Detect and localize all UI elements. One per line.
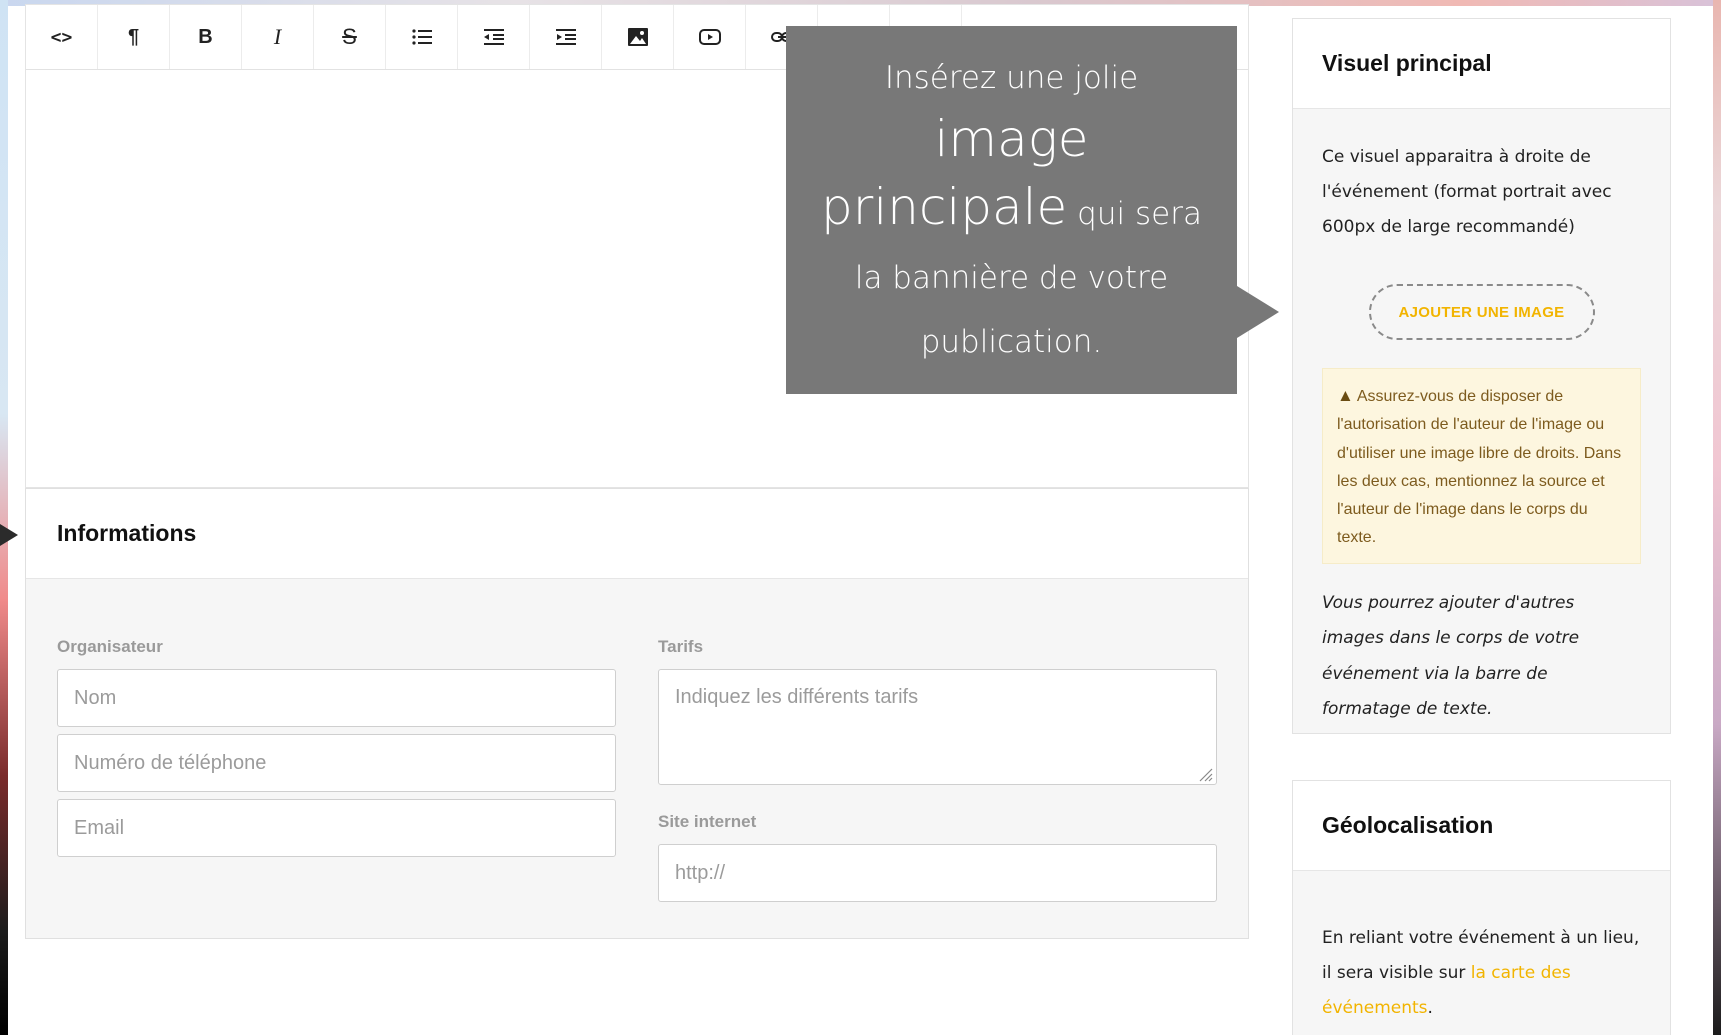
website-label: Site internet	[658, 812, 757, 831]
geolocation-text: En reliant votre événement à un lieu, il…	[1322, 921, 1642, 1026]
frame-edge-right	[1713, 0, 1721, 1035]
indent-button[interactable]	[530, 5, 602, 69]
onboarding-tooltip: Insérez une jolie image principale qui s…	[786, 26, 1237, 394]
organizer-name-input[interactable]	[57, 669, 616, 727]
bullet-list-icon	[411, 29, 432, 45]
tooltip-text-highlight: image principale	[821, 110, 1089, 236]
insert-video-button[interactable]	[674, 5, 746, 69]
geolocation-title: Géolocalisation	[1322, 812, 1494, 838]
italic-button[interactable]: I	[242, 5, 314, 69]
organizer-email-input[interactable]	[57, 799, 616, 857]
warning-text: Assurez-vous de disposer de l'autorisati…	[1337, 388, 1622, 547]
main-visual-title: Visuel principal	[1322, 50, 1492, 76]
warning-icon: ▲	[1337, 386, 1354, 405]
pointer-arrow-icon	[0, 524, 18, 546]
geolocation-card: Géolocalisation En reliant votre événeme…	[1292, 780, 1671, 1035]
tarifs-label: Tarifs	[658, 637, 704, 656]
informations-header: Informations	[26, 489, 1248, 579]
organizer-label: Organisateur	[57, 637, 163, 656]
main-visual-description: Ce visuel apparaitra à droite de l'événe…	[1322, 147, 1612, 237]
insert-image-button[interactable]	[602, 5, 674, 69]
tooltip-arrow-icon	[1237, 286, 1279, 338]
resize-grip-icon[interactable]	[1196, 765, 1214, 783]
code-view-button[interactable]: <>	[26, 5, 98, 69]
strikethrough-icon: S	[342, 24, 357, 49]
paragraph-icon: ¶	[127, 25, 140, 48]
bold-button[interactable]: B	[170, 5, 242, 69]
frame-edge-left	[0, 0, 8, 1035]
outdent-icon	[483, 29, 504, 45]
video-icon	[698, 29, 721, 45]
geolocation-header: Géolocalisation	[1293, 781, 1670, 871]
informations-panel: Informations Organisateur Tarifs Site in…	[25, 488, 1249, 939]
main-visual-note: Vous pourrez ajouter d'autres images dan…	[1322, 592, 1580, 720]
code-icon: <>	[50, 26, 73, 48]
add-image-button[interactable]: AJOUTER UNE IMAGE	[1368, 284, 1595, 340]
tooltip-text: Insérez une jolie image principale qui s…	[812, 46, 1212, 374]
tooltip-text-part1: Insérez une jolie	[884, 60, 1139, 96]
bullet-list-button[interactable]	[386, 5, 458, 69]
main-visual-header: Visuel principal	[1293, 19, 1670, 109]
informations-title: Informations	[57, 520, 197, 546]
indent-icon	[555, 29, 576, 45]
image-icon	[627, 28, 648, 46]
website-input[interactable]	[658, 844, 1217, 902]
strikethrough-button[interactable]: S	[314, 5, 386, 69]
italic-icon: I	[273, 24, 282, 49]
geolocation-text-after: .	[1427, 998, 1433, 1018]
copyright-warning: ▲ Assurez-vous de disposer de l'autorisat…	[1322, 368, 1641, 564]
outdent-button[interactable]	[458, 5, 530, 69]
main-visual-card: Visuel principal Ce visuel apparaitra à …	[1292, 18, 1671, 734]
tarifs-textarea[interactable]	[658, 669, 1217, 785]
bold-icon: B	[198, 25, 213, 48]
organizer-phone-input[interactable]	[57, 734, 616, 792]
paragraph-button[interactable]: ¶	[98, 5, 170, 69]
